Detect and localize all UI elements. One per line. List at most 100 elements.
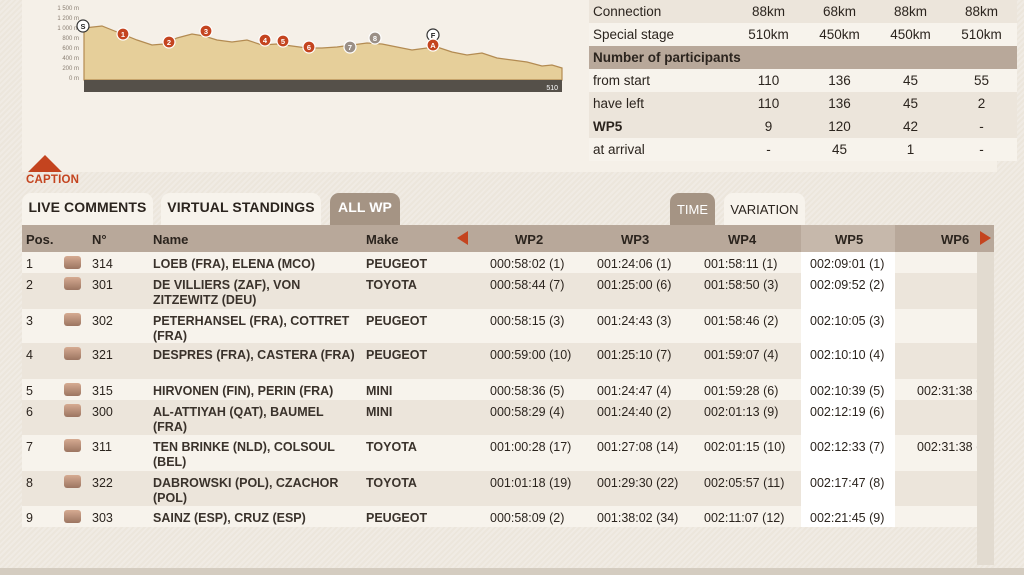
cell-wp3: 001:29:30 (22) <box>597 476 679 490</box>
cell-name[interactable]: SAINZ (ESP), CRUZ (ESP) <box>153 511 358 526</box>
distance-end-label: 510 <box>546 85 558 92</box>
cell-name[interactable]: DE VILLIERS (ZAF), VON ZITZEWITZ (DEU) <box>153 278 358 308</box>
cell-wp2: 000:58:44 (7) <box>490 278 565 292</box>
header-wp4[interactable]: WP4 <box>728 232 756 247</box>
cell-wp6: 002:31:38 ( <box>917 384 981 398</box>
header-name[interactable]: Name <box>153 232 188 247</box>
svg-text:7: 7 <box>348 43 352 52</box>
cell-wp4: 002:11:07 (12) <box>704 511 785 525</box>
header-wp3[interactable]: WP3 <box>621 232 649 247</box>
cell-wp2: 001:00:28 (17) <box>490 440 572 454</box>
crew-photo-icon[interactable] <box>64 277 81 290</box>
stats-value: 510km <box>733 23 804 46</box>
cell-number: 322 <box>92 476 113 490</box>
waypoint-marker-4[interactable]: 4 <box>258 33 272 47</box>
stats-value: 110 <box>733 92 804 115</box>
crew-photo-icon[interactable] <box>64 439 81 452</box>
cell-number: 314 <box>92 257 113 271</box>
header-wp5[interactable]: WP5 <box>835 232 863 247</box>
tab-all-wp[interactable]: ALL WP <box>330 193 400 225</box>
cell-wp5: 002:10:39 (5) <box>810 384 885 398</box>
elevation-tick-label: 1 500 m <box>57 6 79 12</box>
crew-photo-icon[interactable] <box>64 347 81 360</box>
waypoint-marker-s[interactable]: S <box>76 19 90 33</box>
stats-value: 510km <box>946 23 1017 46</box>
tab-live-comments[interactable]: LIVE COMMENTS <box>22 193 153 225</box>
table-row[interactable]: 9 303 SAINZ (ESP), CRUZ (ESP) PEUGEOT 000:58… <box>22 506 994 527</box>
table-row[interactable]: 7 311 TEN BRINKE (NLD), COLSOUL (BEL) TOYOT… <box>22 435 994 471</box>
crew-photo-icon[interactable] <box>64 404 81 417</box>
cell-name[interactable]: HIRVONEN (FIN), PERIN (FRA) <box>153 384 358 399</box>
cell-number: 315 <box>92 384 113 398</box>
crew-photo-icon[interactable] <box>64 256 81 269</box>
cell-wp3: 001:38:02 (34) <box>597 511 679 525</box>
tab-virtual-standings[interactable]: VIRTUAL STANDINGS <box>161 193 321 225</box>
table-row[interactable]: 8 322 DABROWSKI (POL), CZACHOR (POL) TOYOTA… <box>22 471 994 506</box>
table-row[interactable]: 5 315 HIRVONEN (FIN), PERIN (FRA) MINI 000:5… <box>22 379 994 400</box>
cell-name[interactable]: DESPRES (FRA), CASTERA (FRA) <box>153 348 358 363</box>
cell-name[interactable]: DABROWSKI (POL), CZACHOR (POL) <box>153 476 358 506</box>
caption-arrow-icon <box>28 155 62 172</box>
stats-value: 45 <box>804 138 875 161</box>
cell-number: 311 <box>92 440 112 454</box>
cell-wp4: 001:59:28 (6) <box>704 384 779 398</box>
stage-stats-table: Connection 88km 68km 88km 88km Special stage 5… <box>589 0 1017 161</box>
crew-photo-icon[interactable] <box>64 313 81 326</box>
waypoint-marker-5[interactable]: 5 <box>276 34 290 48</box>
crew-photo-icon[interactable] <box>64 475 81 488</box>
cell-wp5: 002:09:01 (1) <box>810 257 885 271</box>
cell-wp3: 001:27:08 (14) <box>597 440 679 454</box>
waypoint-marker-2[interactable]: 2 <box>162 35 176 49</box>
cell-number: 301 <box>92 278 113 292</box>
stats-row: Connection 88km 68km 88km 88km <box>589 0 1017 23</box>
stats-value: - <box>946 115 1017 138</box>
table-row[interactable]: 4 321 DESPRES (FRA), CASTERA (FRA) PEUGEOT 0… <box>22 343 994 379</box>
stats-row: WP5 9 120 42- <box>589 115 1017 138</box>
waypoint-marker-7[interactable]: 7 <box>343 40 357 54</box>
cell-make: PEUGEOT <box>366 511 428 525</box>
cell-wp2: 000:58:09 (2) <box>490 511 565 525</box>
header-wp6[interactable]: WP6 <box>941 232 969 247</box>
waypoint-marker-8[interactable]: 8 <box>368 31 382 45</box>
waypoint-marker-a[interactable]: A <box>426 38 440 52</box>
cell-wp3: 001:25:10 (7) <box>597 348 672 362</box>
cell-make: TOYOTA <box>366 440 417 454</box>
cell-name[interactable]: AL-ATTIYAH (QAT), BAUMEL (FRA) <box>153 405 358 435</box>
header-pos[interactable]: Pos. <box>26 232 53 247</box>
cell-name[interactable]: LOEB (FRA), ELENA (MCO) <box>153 257 358 272</box>
cell-wp6: 002:31:38 ( <box>917 440 981 454</box>
table-row[interactable]: 2 301 DE VILLIERS (ZAF), VON ZITZEWITZ (DE… <box>22 273 994 309</box>
svg-text:S: S <box>80 22 85 31</box>
crew-photo-icon[interactable] <box>64 510 81 523</box>
waypoint-marker-6[interactable]: 6 <box>302 40 316 54</box>
elevation-tick-label: 1 000 m <box>57 26 79 32</box>
scroll-left-arrow-icon[interactable] <box>457 231 468 245</box>
cell-make: TOYOTA <box>366 278 417 292</box>
cell-wp4: 002:01:15 (10) <box>704 440 786 454</box>
cell-number: 321 <box>92 348 113 362</box>
header-make[interactable]: Make <box>366 232 399 247</box>
table-row[interactable]: 6 300 AL-ATTIYAH (QAT), BAUMEL (FRA) MINI 00… <box>22 400 994 435</box>
scroll-right-arrow-icon[interactable] <box>980 231 991 245</box>
table-row[interactable]: 1 314 LOEB (FRA), ELENA (MCO) PEUGEOT 000:58… <box>22 252 994 273</box>
cell-wp4: 001:58:50 (3) <box>704 278 779 292</box>
stats-row-label: Number of participants <box>589 46 1017 69</box>
cell-name[interactable]: TEN BRINKE (NLD), COLSOUL (BEL) <box>153 440 358 470</box>
cell-wp3: 001:24:43 (3) <box>597 314 672 328</box>
tab-variation[interactable]: VARIATION <box>724 193 805 225</box>
caption-toggle[interactable]: CAPTION <box>26 155 79 186</box>
elevation-area <box>83 25 563 81</box>
crew-photo-icon[interactable] <box>64 383 81 396</box>
header-wp2[interactable]: WP2 <box>515 232 543 247</box>
cell-make: MINI <box>366 384 393 398</box>
waypoint-marker-3[interactable]: 3 <box>199 24 213 38</box>
table-row[interactable]: 3 302 PETERHANSEL (FRA), COTTRET (FRA) PEUG… <box>22 309 994 343</box>
stats-value: 2 <box>946 92 1017 115</box>
stats-value: - <box>946 138 1017 161</box>
cell-name[interactable]: PETERHANSEL (FRA), COTTRET (FRA) <box>153 314 358 344</box>
waypoint-marker-1[interactable]: 1 <box>116 27 130 41</box>
table-body: 1 314 LOEB (FRA), ELENA (MCO) PEUGEOT 000:58… <box>22 252 994 527</box>
tab-time[interactable]: TIME <box>670 193 715 225</box>
table-scrollbar[interactable] <box>977 252 994 565</box>
header-number[interactable]: N° <box>92 232 107 247</box>
